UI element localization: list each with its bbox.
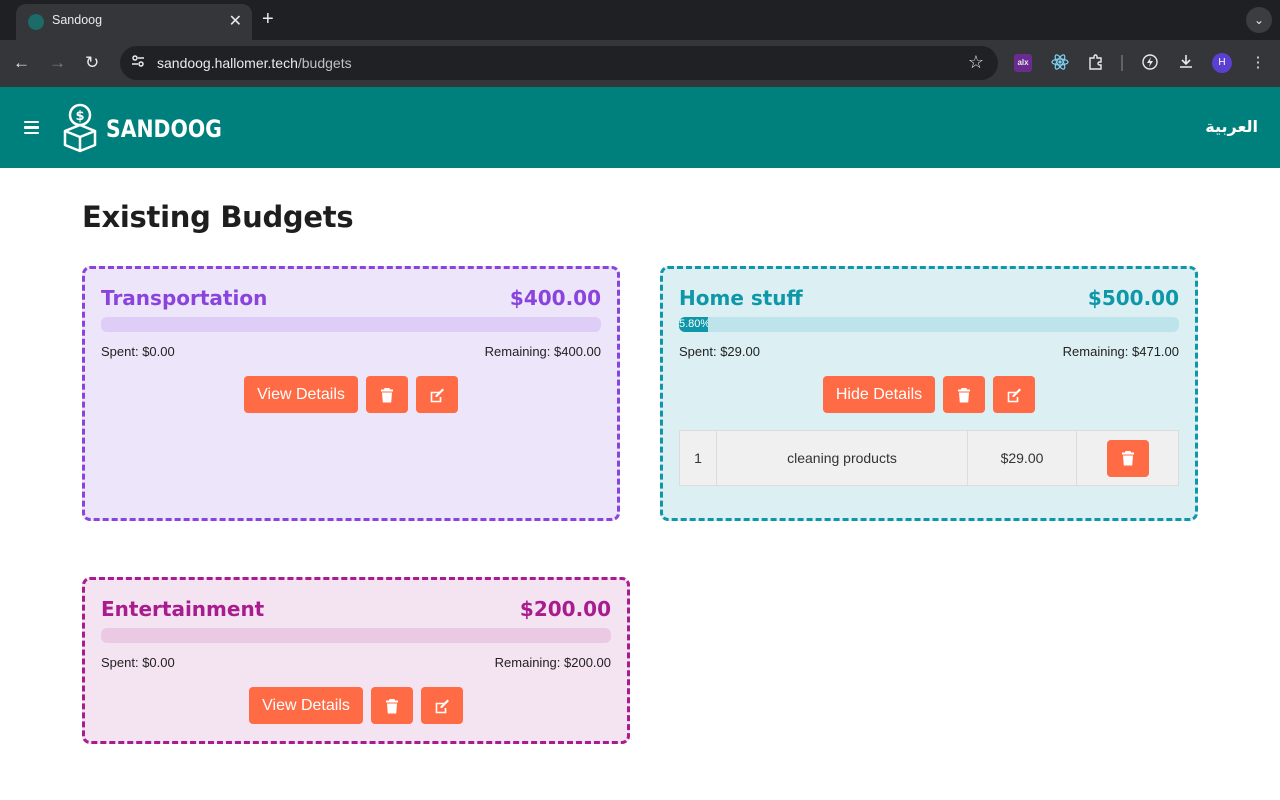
- toolbar-divider: [1121, 55, 1123, 71]
- site-settings-icon[interactable]: [130, 53, 146, 72]
- browser-menu-icon[interactable]: ⋮: [1249, 53, 1267, 73]
- edit-icon: [1007, 388, 1022, 402]
- table-row: 1 cleaning products $29.00: [679, 430, 1179, 486]
- budget-card-entertainment: Entertainment $200.00 Spent: $0.00 Remai…: [82, 577, 630, 744]
- forward-arrow-icon[interactable]: →: [49, 53, 66, 73]
- url-host: sandoog.hallomer.tech: [157, 55, 298, 71]
- expense-index: 1: [679, 430, 717, 486]
- trash-icon: [958, 387, 971, 402]
- new-tab-icon[interactable]: +: [262, 9, 274, 29]
- budget-name: Entertainment: [101, 597, 265, 621]
- delete-budget-button[interactable]: [943, 376, 986, 413]
- budget-actions: Hide Details: [663, 376, 1195, 413]
- remaining-amount: Remaining: $200.00: [494, 655, 611, 670]
- budget-amount: $500.00: [1087, 286, 1179, 310]
- address-bar[interactable]: sandoog.hallomer.tech/budgets ☆: [120, 46, 998, 80]
- budget-progress-bar: 5.80%: [679, 317, 1179, 332]
- browser-tab-bar: Sandoog ✕ + ⌄: [0, 0, 1280, 40]
- language-switch-link[interactable]: العربية: [1205, 117, 1258, 136]
- profile-avatar[interactable]: H: [1212, 53, 1232, 73]
- delete-budget-button[interactable]: [370, 687, 413, 724]
- budget-actions: View Details: [85, 376, 617, 413]
- svg-text:$: $: [75, 109, 84, 124]
- edit-budget-button[interactable]: [415, 376, 458, 413]
- back-arrow-icon[interactable]: ←: [13, 53, 30, 73]
- react-devtools-icon[interactable]: [1051, 53, 1069, 73]
- download-icon[interactable]: [1177, 53, 1195, 73]
- reload-icon[interactable]: ↻: [85, 53, 99, 73]
- page-title: Existing Budgets: [82, 200, 354, 234]
- edit-icon: [435, 699, 449, 713]
- url-text: sandoog.hallomer.tech/budgets: [157, 55, 352, 71]
- trash-icon: [380, 387, 393, 402]
- remaining-amount: Remaining: $471.00: [1062, 344, 1179, 359]
- delete-budget-button[interactable]: [365, 376, 408, 413]
- budget-name: Home stuff: [679, 286, 803, 310]
- spent-amount: Spent: $0.00: [101, 344, 175, 359]
- browser-tab[interactable]: Sandoog ✕: [16, 4, 252, 40]
- view-details-button[interactable]: View Details: [249, 687, 363, 724]
- alx-extension-icon[interactable]: alx: [1014, 54, 1032, 72]
- budget-actions: View Details: [85, 687, 627, 724]
- spent-amount: Spent: $29.00: [679, 344, 760, 359]
- browser-toolbar: ← → ↻ sandoog.hallomer.tech/budgets ☆ al…: [0, 40, 1280, 87]
- extensions-puzzle-icon[interactable]: [1087, 53, 1105, 73]
- expense-name: cleaning products: [716, 430, 968, 486]
- edit-budget-button[interactable]: [993, 376, 1036, 413]
- delete-expense-button[interactable]: [1106, 439, 1149, 477]
- sandoog-favicon-icon: [28, 14, 44, 30]
- expense-actions-cell: [1076, 430, 1179, 486]
- app-header: $ SANDOOG العربية: [0, 87, 1280, 168]
- hide-details-button[interactable]: Hide Details: [822, 376, 936, 413]
- budget-card-home-stuff: Home stuff $500.00 5.80% Spent: $29.00 R…: [660, 266, 1198, 521]
- trash-icon: [385, 698, 398, 713]
- budget-progress-bar: [101, 628, 611, 643]
- tab-title: Sandoog: [52, 13, 103, 27]
- edit-budget-button[interactable]: [420, 687, 463, 724]
- expenses-table: 1 cleaning products $29.00: [679, 430, 1179, 486]
- logo-text: SANDOOG: [106, 115, 222, 143]
- budget-amount: $200.00: [519, 597, 611, 621]
- edit-icon: [430, 388, 444, 402]
- spent-amount: Spent: $0.00: [101, 655, 175, 670]
- close-tab-icon[interactable]: ✕: [229, 11, 242, 31]
- budget-card-transportation: Transportation $400.00 Spent: $0.00 Rema…: [82, 266, 620, 521]
- budget-amount: $400.00: [509, 286, 601, 310]
- url-path: /budgets: [297, 55, 352, 71]
- hamburger-menu-icon[interactable]: [24, 121, 39, 135]
- tab-search-chevron-icon[interactable]: ⌄: [1246, 7, 1272, 33]
- trash-icon: [1121, 451, 1134, 466]
- remaining-amount: Remaining: $400.00: [484, 344, 601, 359]
- view-details-button[interactable]: View Details: [244, 376, 358, 413]
- budget-name: Transportation: [101, 286, 268, 310]
- progress-fill: 5.80%: [679, 317, 708, 332]
- budget-progress-bar: [101, 317, 601, 332]
- expense-amount: $29.00: [967, 430, 1077, 486]
- bookmark-star-icon[interactable]: ☆: [968, 52, 984, 73]
- money-box-icon: $: [63, 103, 97, 153]
- sandoog-logo[interactable]: $ SANDOOG: [62, 103, 222, 153]
- performance-icon[interactable]: [1141, 53, 1159, 73]
